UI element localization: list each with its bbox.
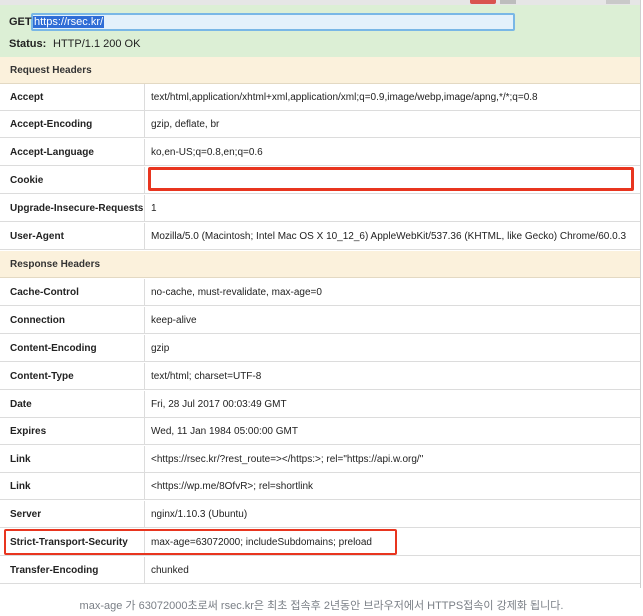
hsts-highlight-box	[4, 529, 397, 555]
table-row: Expires Wed, 11 Jan 1984 05:00:00 GMT	[0, 418, 640, 445]
table-row: Accept text/html,application/xhtml+xml,a…	[0, 84, 640, 111]
header-name: Connection	[0, 307, 145, 333]
table-row: Link <https://rsec.kr/?rest_route=></htt…	[0, 446, 640, 473]
header-value: Wed, 11 Jan 1984 05:00:00 GMT	[151, 426, 298, 437]
header-name: Date	[0, 391, 145, 417]
table-row: Content-Type text/html; charset=UTF-8	[0, 363, 640, 390]
figure-caption: max-age 가 63072000초로써 rsec.kr은 최초 접속후 2년…	[79, 600, 564, 612]
header-value: keep-alive	[151, 315, 197, 326]
header-value: gzip	[151, 343, 170, 354]
header-name: Cookie	[0, 167, 145, 193]
table-row: Server nginx/1.10.3 (Ubuntu)	[0, 501, 640, 528]
toolbar-button[interactable]	[606, 0, 630, 4]
header-name: Link	[0, 473, 145, 499]
header-name: Server	[0, 501, 145, 527]
table-row: Date Fri, 28 Jul 2017 00:03:49 GMT	[0, 391, 640, 418]
header-value: nginx/1.10.3 (Ubuntu)	[151, 509, 248, 520]
header-value: text/html,application/xhtml+xml,applicat…	[151, 92, 538, 103]
header-name: Transfer-Encoding	[0, 557, 145, 583]
section-title: Request Headers	[10, 65, 92, 76]
table-row: Accept-Language ko,en-US;q=0.8,en;q=0.6	[0, 139, 640, 166]
table-row: Transfer-Encoding chunked	[0, 557, 640, 584]
header-value: chunked	[151, 565, 189, 576]
cookie-highlight-box	[148, 167, 634, 191]
header-name: Link	[0, 446, 145, 472]
header-value: gzip, deflate, br	[151, 119, 220, 130]
request-summary: GET https://rsec.kr/ Status: HTTP/1.1 20…	[0, 5, 640, 58]
status-value: HTTP/1.1 200 OK	[53, 38, 141, 50]
header-value: Mozilla/5.0 (Macintosh; Intel Mac OS X 1…	[151, 231, 627, 242]
header-name: User-Agent	[0, 223, 145, 249]
header-name: Content-Encoding	[0, 335, 145, 361]
response-headers-section: Response Headers	[0, 251, 640, 278]
table-row: Connection keep-alive	[0, 307, 640, 334]
url-text[interactable]: https://rsec.kr/	[33, 16, 105, 28]
header-value: <https://wp.me/8OfvR>; rel=shortlink	[151, 481, 314, 492]
header-value: Fri, 28 Jul 2017 00:03:49 GMT	[151, 399, 287, 410]
table-row: Cache-Control no-cache, must-revalidate,…	[0, 279, 640, 306]
table-row: User-Agent Mozilla/5.0 (Macintosh; Intel…	[0, 223, 640, 250]
toolbar-button[interactable]	[470, 0, 496, 4]
header-value: <https://rsec.kr/?rest_route=></https:>;…	[151, 454, 424, 465]
header-name: Accept-Encoding	[0, 111, 145, 137]
header-name: Cache-Control	[0, 279, 145, 305]
table-row: Accept-Encoding gzip, deflate, br	[0, 111, 640, 138]
header-name: Content-Type	[0, 363, 145, 389]
toolbar-button[interactable]	[500, 0, 516, 4]
method-label: GET	[9, 16, 32, 28]
status-label: Status:	[9, 38, 47, 50]
header-value: no-cache, must-revalidate, max-age=0	[151, 287, 322, 298]
header-value: ko,en-US;q=0.8,en;q=0.6	[151, 147, 263, 158]
header-value: 1	[151, 203, 157, 214]
table-row: Upgrade-Insecure-Requests 1	[0, 195, 640, 222]
header-inspector-screenshot: GET https://rsec.kr/ Status: HTTP/1.1 20…	[0, 0, 641, 588]
header-name: Accept-Language	[0, 139, 145, 165]
header-name: Accept	[0, 84, 145, 110]
header-name: Expires	[0, 418, 145, 444]
table-row: Content-Encoding gzip	[0, 335, 640, 362]
header-value: text/html; charset=UTF-8	[151, 371, 262, 382]
request-headers-section: Request Headers	[0, 57, 640, 84]
section-title: Response Headers	[10, 259, 101, 270]
table-row: Link <https://wp.me/8OfvR>; rel=shortlin…	[0, 473, 640, 500]
header-name: Upgrade-Insecure-Requests	[0, 195, 145, 221]
